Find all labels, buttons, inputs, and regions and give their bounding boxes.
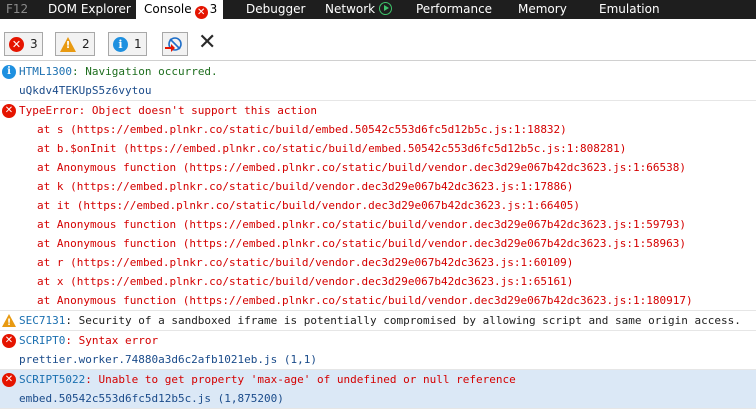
error-icon: ✕ [2,104,16,118]
warnings-count: 2 [82,37,90,51]
stack-frame[interactable]: at r (https://embed.plnkr.co/static/buil… [19,253,756,272]
info-filter-button[interactable]: i 1 [108,32,147,56]
info-count: 1 [134,37,142,51]
stack-frame[interactable]: at Anonymous function (https://embed.pln… [19,234,756,253]
record-play-icon [379,2,393,15]
tab-console-label: Console [144,2,192,16]
tab-memory[interactable]: Memory [518,0,567,19]
console-message-error: ✕ SCRIPT0: Syntax error prettier.worker.… [0,331,756,370]
message-code[interactable]: SCRIPT5022 [19,373,85,386]
tab-performance[interactable]: Performance [416,0,492,19]
warning-icon: ! [2,314,16,328]
console-message-warning: ! SEC7131: Security of a sandboxed ifram… [0,311,756,331]
stack-frame[interactable]: at Anonymous function (https://embed.pln… [19,291,756,310]
stack-frame[interactable]: at Anonymous function (https://embed.pln… [19,215,756,234]
tab-network[interactable]: Network [325,0,393,19]
console-output: i HTML1300: Navigation occurred. uQkdv4T… [0,62,756,409]
stack-frame[interactable]: at k (https://embed.plnkr.co/static/buil… [19,177,756,196]
warning-icon: ! [60,36,76,52]
clear-console-icon[interactable]: ✕ [198,32,216,54]
message-text: : Navigation occurred. [71,65,218,78]
stack-frame[interactable]: at x (https://embed.plnkr.co/static/buil… [19,272,756,291]
message-text: TypeError: Object doesn't support this a… [19,104,318,117]
errors-filter-button[interactable]: ✕ 3 [4,32,43,56]
console-message-error: ✕ TypeError: Object doesn't support this… [0,101,756,311]
error-badge-icon: ✕ [194,6,208,19]
tab-network-label: Network [325,2,376,16]
error-icon: ✕ [9,36,24,52]
message-code[interactable]: SEC7131 [19,314,65,327]
errors-count: 3 [30,37,38,51]
f12-label: F12 [6,2,29,16]
error-icon: ✕ [2,334,16,348]
tab-console[interactable]: Console ✕ 3 [136,0,224,19]
console-toolbar: ✕ 3 ! 2 i 1 ✕ [0,19,756,61]
info-icon: i [113,36,128,52]
message-source-link[interactable]: uQkdv4TEKUpS5z6vytou [19,84,151,97]
clear-on-navigate-icon [165,37,182,52]
stack-frame[interactable]: at s (https://embed.plnkr.co/static/buil… [19,120,756,139]
clear-on-navigate-button[interactable] [162,32,188,56]
message-source-link[interactable]: prettier.worker.74880a3d6c2afb1021eb.js … [19,353,317,366]
stack-frame[interactable]: at Anonymous function (https://embed.pln… [19,158,756,177]
message-source-link[interactable]: embed.50542c553d6fc5d12b5c.js (1,875200) [19,392,284,405]
message-text: : Syntax error [65,334,159,347]
warnings-filter-button[interactable]: ! 2 [55,32,95,56]
stack-trace: at s (https://embed.plnkr.co/static/buil… [19,120,756,310]
message-text: : Unable to get property 'max-age' of un… [85,373,516,386]
error-icon: ✕ [2,373,16,387]
message-code[interactable]: HTML1300 [19,65,72,78]
tab-dom-explorer[interactable]: DOM Explorer [48,0,131,19]
stack-frame[interactable]: at b.$onInit (https://embed.plnkr.co/sta… [19,139,756,158]
info-icon: i [2,65,16,79]
stack-frame[interactable]: at it (https://embed.plnkr.co/static/bui… [19,196,756,215]
tab-debugger[interactable]: Debugger [246,0,305,19]
message-code[interactable]: SCRIPT0 [19,334,65,347]
tab-emulation[interactable]: Emulation [599,0,660,19]
console-message-info: i HTML1300: Navigation occurred. uQkdv4T… [0,62,756,101]
console-error-count: 3 [209,2,218,16]
devtools-tab-bar: F12 DOM Explorer Console ✕ 3 Debugger Netw… [0,0,756,19]
console-message-error-selected[interactable]: ✕ SCRIPT5022: Unable to get property 'ma… [0,370,756,409]
message-text: : Security of a sandboxed iframe is pote… [65,314,741,327]
